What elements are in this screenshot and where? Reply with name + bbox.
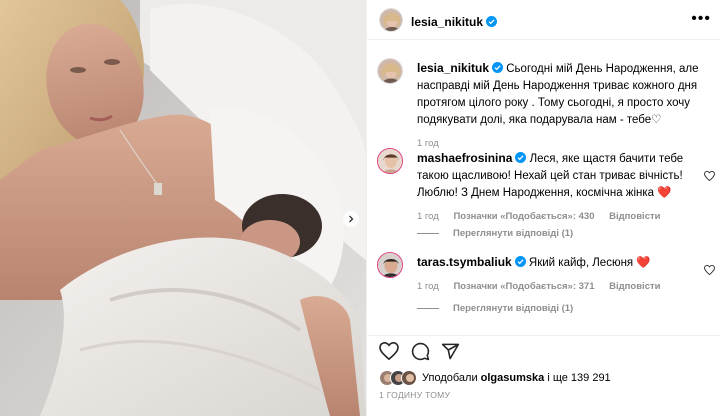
comment-like-button[interactable] <box>704 262 715 280</box>
chevron-right-icon <box>349 215 354 223</box>
heart-icon <box>704 170 715 182</box>
likes-summary[interactable]: Уподобали olgasumska і ще 139 291 <box>379 370 611 386</box>
post-image <box>0 0 366 416</box>
caption-username[interactable]: lesia_nikituk <box>417 61 489 75</box>
comment-time[interactable]: 1 год <box>417 211 439 222</box>
replies-divider <box>417 232 439 234</box>
verified-icon <box>514 256 526 267</box>
post-timestamp[interactable]: 1 ГОДИНУ ТОМУ <box>379 390 450 400</box>
reply-button[interactable]: Відповісти <box>609 281 660 292</box>
next-photo-button[interactable] <box>343 211 359 227</box>
caption-time[interactable]: 1 год <box>417 138 439 149</box>
verified-icon <box>486 16 498 27</box>
post-side-panel: lesia_nikituk ••• lesia_nikituk Сьогодні… <box>366 0 720 416</box>
commenter-avatar[interactable] <box>377 252 403 278</box>
verified-icon <box>515 152 527 163</box>
commenter-avatar[interactable] <box>377 148 403 174</box>
comment-text: Який кайф, Лесюня <box>528 257 634 269</box>
view-replies-button[interactable]: Переглянути відповіді (1) <box>417 303 573 314</box>
comments-list: lesia_nikituk Сьогодні мій День Народжен… <box>367 40 720 335</box>
caption-avatar[interactable] <box>377 58 403 84</box>
heart-icon[interactable] <box>379 342 399 360</box>
post-photo[interactable] <box>0 0 366 416</box>
liker-avatar <box>401 370 417 386</box>
verified-icon <box>492 62 504 73</box>
share-icon[interactable] <box>441 342 460 361</box>
view-replies-button[interactable]: Переглянути відповіді (1) <box>417 228 573 239</box>
author-username[interactable]: lesia_nikituk <box>411 15 483 29</box>
comment-icon[interactable] <box>411 342 430 361</box>
comment-time[interactable]: 1 год <box>417 281 439 292</box>
likes-user[interactable]: olgasumska <box>481 372 545 384</box>
commenter-username[interactable]: mashaefrosinina <box>417 151 512 165</box>
author-avatar[interactable] <box>379 8 403 32</box>
commenter-username[interactable]: taras.tsymbaliuk <box>417 255 512 269</box>
likes-count[interactable]: і ще 139 291 <box>547 372 610 384</box>
reply-button[interactable]: Відповісти <box>609 211 660 222</box>
more-icon[interactable]: ••• <box>691 11 711 27</box>
post-header: lesia_nikituk ••• <box>367 0 720 40</box>
comment-emoji: ❤️ <box>636 257 651 269</box>
likes-prefix: Уподобали <box>422 372 478 384</box>
comment-emoji: ❤️ <box>657 187 672 199</box>
replies-divider <box>417 307 439 309</box>
heart-icon <box>704 264 715 276</box>
comment-like-button[interactable] <box>704 168 715 186</box>
post-actions: Уподобали olgasumska і ще 139 291 1 ГОДИ… <box>367 335 720 416</box>
comment-likes-count[interactable]: Позначки «Подобається»: 430 <box>453 211 594 222</box>
comment-likes-count[interactable]: Позначки «Подобається»: 371 <box>453 281 594 292</box>
